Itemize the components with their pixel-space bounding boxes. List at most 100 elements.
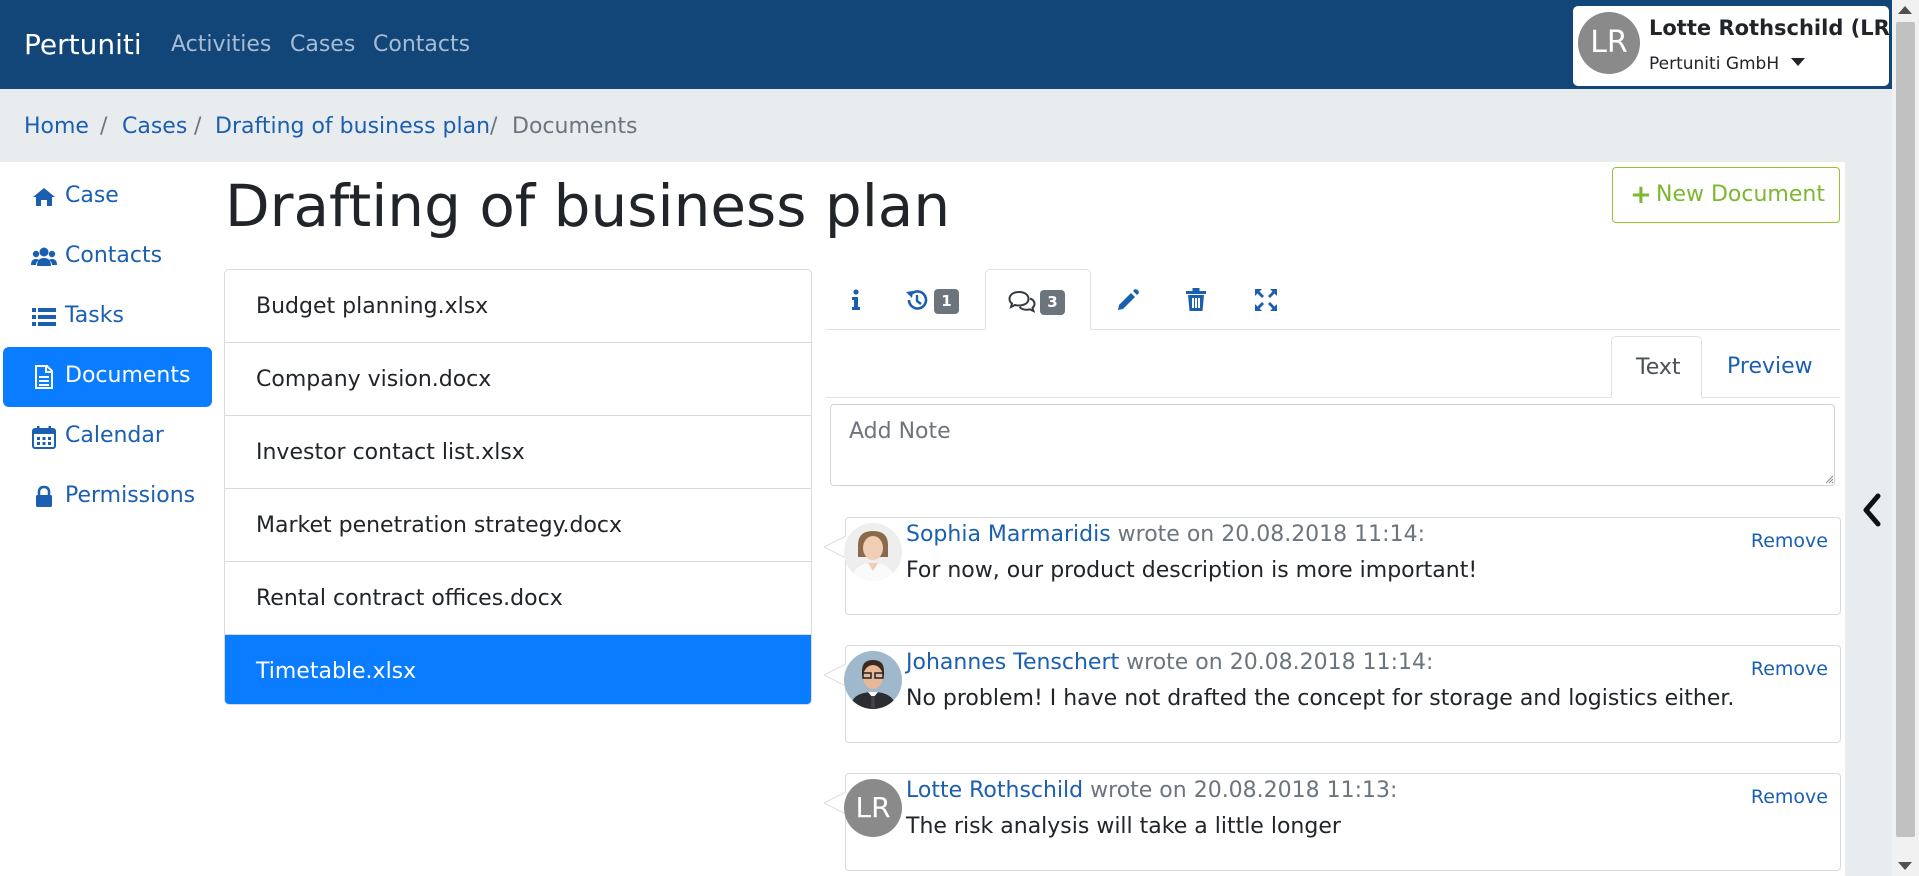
document-name: Investor contact list.xlsx [256, 440, 525, 465]
breadcrumb-separator: / [490, 114, 498, 139]
comment-pointer [824, 664, 846, 686]
trash-icon [1186, 288, 1206, 311]
caret-down-icon [1791, 58, 1806, 66]
sidebar-item-contacts[interactable]: Contacts [3, 227, 212, 287]
comments-count-badge: 3 [1040, 290, 1065, 315]
calendar-icon [32, 426, 56, 449]
document-name: Timetable.xlsx [256, 659, 417, 684]
list-item[interactable]: Investor contact list.xlsx [225, 416, 811, 489]
expand-icon [1255, 289, 1277, 311]
list-item[interactable]: Market penetration strategy.docx [225, 489, 811, 562]
breadcrumb: Home / Cases / Drafting of business plan… [0, 89, 1892, 162]
sidebar-item-label: Tasks [65, 303, 124, 328]
sidebar-item-tasks[interactable]: Tasks [3, 287, 212, 347]
sidebar-item-permissions[interactable]: Permissions [3, 467, 212, 527]
avatar [844, 651, 902, 709]
tab-preview[interactable]: Preview [1703, 336, 1833, 398]
user-organization: Pertuniti GmbH [1649, 54, 1806, 74]
comment-text: No problem! I have not drafted the conce… [906, 686, 1735, 711]
breadcrumb-separator: / [194, 114, 202, 139]
breadcrumb-cases[interactable]: Cases [122, 114, 187, 139]
comment-pointer [824, 792, 846, 814]
organization-label: Pertuniti GmbH [1649, 54, 1780, 74]
document-name: Budget planning.xlsx [256, 294, 489, 319]
document-list: Budget planning.xlsx Company vision.docx… [224, 269, 812, 705]
comment-meta: wrote on 20.08.2018 11:14: [1119, 650, 1434, 675]
sidebar-item-label: Case [65, 183, 119, 208]
list-item[interactable]: Budget planning.xlsx [225, 270, 811, 343]
user-photo-icon [844, 651, 902, 709]
user-photo-icon [844, 523, 902, 581]
brand-logo[interactable]: Pertuniti [24, 28, 142, 61]
top-navbar: Pertuniti Activities Cases Contacts LR L… [0, 0, 1899, 89]
new-document-label: New Document [1656, 182, 1825, 207]
breadcrumb-case[interactable]: Drafting of business plan [215, 114, 490, 139]
comment-pointer [824, 536, 846, 558]
resize-grip-icon[interactable] [1824, 474, 1834, 484]
nav-cases[interactable]: Cases [290, 32, 355, 57]
comment-text: For now, our product description is more… [906, 558, 1478, 583]
scroll-up-arrow-icon[interactable] [1898, 6, 1912, 14]
tab-edit[interactable] [1102, 269, 1156, 330]
scroll-thumb[interactable] [1896, 22, 1915, 837]
list-item[interactable]: Timetable.xlsx [225, 635, 811, 704]
tab-preview-label: Preview [1727, 354, 1813, 379]
user-name: Lotte Rothschild (LR) [1649, 16, 1900, 40]
document-name: Market penetration strategy.docx [256, 513, 623, 538]
tab-comments[interactable]: 3 [985, 269, 1091, 330]
list-icon [32, 308, 56, 326]
comment-header: Sophia Marmaridis wrote on 20.08.2018 11… [906, 522, 1425, 547]
nav-activities[interactable]: Activities [171, 32, 271, 57]
new-document-button[interactable]: + New Document [1612, 167, 1840, 223]
scroll-down-arrow-icon[interactable] [1898, 862, 1912, 870]
sidebar-item-label: Permissions [65, 483, 196, 508]
comment-author[interactable]: Sophia Marmaridis [906, 522, 1111, 547]
breadcrumb-home[interactable]: Home [24, 114, 89, 139]
info-icon [852, 289, 860, 310]
plus-icon: + [1630, 180, 1652, 210]
comment-author[interactable]: Lotte Rothschild [906, 778, 1083, 803]
comment: LR Lotte Rothschild wrote on 20.08.2018 … [824, 773, 1841, 871]
remove-comment-button[interactable]: Remove [1751, 658, 1828, 680]
document-icon [35, 365, 53, 389]
tab-text-label: Text [1636, 355, 1681, 380]
document-name: Company vision.docx [256, 367, 492, 392]
tab-history[interactable]: 1 [892, 269, 992, 330]
list-item[interactable]: Company vision.docx [225, 343, 811, 416]
list-item[interactable]: Rental contract offices.docx [225, 562, 811, 635]
tab-info[interactable] [832, 269, 880, 330]
remove-comment-button[interactable]: Remove [1751, 786, 1828, 808]
comments-icon [1008, 290, 1036, 313]
breadcrumb-separator: / [100, 114, 108, 139]
avatar: LR [1578, 12, 1640, 74]
sidebar-item-documents[interactable]: Documents [3, 347, 212, 407]
comment: Johannes Tenschert wrote on 20.08.2018 1… [824, 645, 1841, 743]
breadcrumb-documents: Documents [512, 114, 638, 139]
home-icon [33, 188, 55, 206]
user-menu[interactable]: LR Lotte Rothschild (LR) Pertuniti GmbH [1573, 6, 1899, 86]
chevron-left-icon[interactable] [1858, 490, 1886, 530]
tab-delete[interactable] [1170, 269, 1224, 330]
comment-text: The risk analysis will take a little lon… [906, 814, 1341, 839]
add-note-input[interactable] [830, 404, 1835, 486]
users-icon [31, 247, 57, 266]
sidebar-item-label: Contacts [65, 243, 163, 268]
comment-author[interactable]: Johannes Tenschert [906, 650, 1119, 675]
tab-fullscreen[interactable] [1240, 269, 1294, 330]
history-icon [906, 290, 928, 310]
sidebar-item-case[interactable]: Case [3, 167, 212, 227]
scrollbar[interactable] [1892, 0, 1919, 876]
comment-header: Johannes Tenschert wrote on 20.08.2018 1… [906, 650, 1433, 675]
comment-header: Lotte Rothschild wrote on 20.08.2018 11:… [906, 778, 1397, 803]
page-title: Drafting of business plan [225, 172, 951, 240]
sidebar-item-calendar[interactable]: Calendar [3, 407, 212, 467]
sidebar-item-label: Documents [65, 363, 191, 388]
nav-contacts[interactable]: Contacts [373, 32, 470, 57]
pencil-icon [1118, 289, 1139, 310]
lock-icon [36, 485, 52, 507]
history-count-badge: 1 [934, 289, 959, 314]
document-name: Rental contract offices.docx [256, 586, 563, 611]
tab-text[interactable]: Text [1611, 336, 1702, 398]
avatar [844, 523, 902, 581]
remove-comment-button[interactable]: Remove [1751, 530, 1828, 552]
